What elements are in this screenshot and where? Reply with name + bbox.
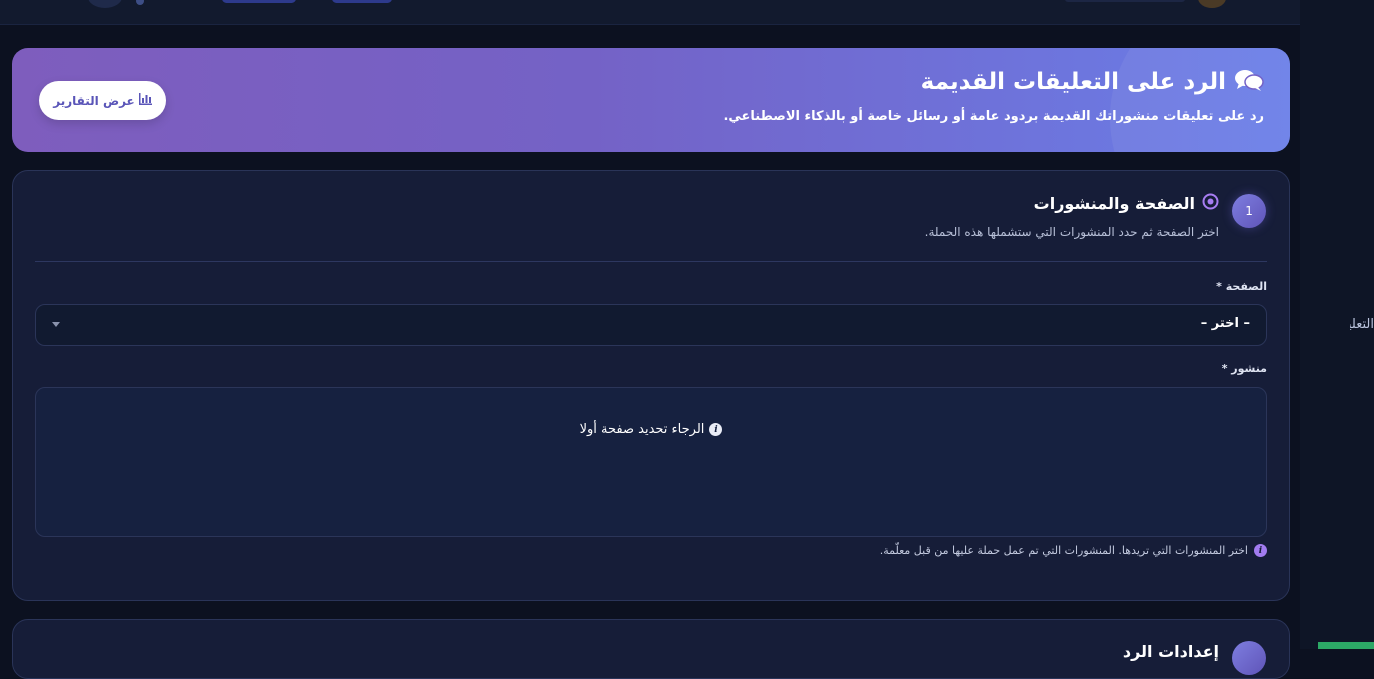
sidebar-active-indicator bbox=[1318, 642, 1374, 649]
banner-decoration bbox=[1110, 48, 1290, 152]
sidebar: التعليقات bbox=[1300, 0, 1374, 649]
section-title: إعدادات الرد bbox=[1122, 642, 1219, 661]
post-field-label: منشور * bbox=[1221, 362, 1267, 375]
posts-hint: i اختر المنشورات التي تريدها. المنشورات … bbox=[880, 544, 1267, 557]
step-page-and-posts-card: 1 الصفحة والمنشورات اختر الصفحة ثم حدد ا… bbox=[12, 170, 1290, 601]
bar-chart-icon bbox=[138, 93, 152, 108]
caret-down-icon bbox=[52, 322, 60, 327]
top-bar-user-name bbox=[1065, 0, 1185, 2]
top-bar bbox=[0, 0, 1300, 25]
posts-empty-state: i الرجاء تحديد صفحة أولا bbox=[36, 422, 1266, 437]
section-title-row: الصفحة والمنشورات bbox=[1034, 193, 1219, 214]
top-bar-avatar[interactable] bbox=[88, 0, 122, 8]
comments-icon bbox=[1234, 68, 1264, 96]
page-subtitle: رد على تعليقات منشوراتك القديمة بردود عا… bbox=[723, 109, 1264, 124]
step-number-badge bbox=[1232, 641, 1266, 675]
top-bar-status-dot bbox=[136, 0, 144, 5]
page-header-banner: الرد على التعليقات القديمة رد على تعليقا… bbox=[12, 48, 1290, 152]
page-select[interactable]: – اختر – bbox=[35, 304, 1267, 346]
step-reply-settings-card: إعدادات الرد bbox=[12, 619, 1290, 679]
posts-hint-text: اختر المنشورات التي تريدها. المنشورات ال… bbox=[879, 544, 1248, 557]
posts-list[interactable]: i الرجاء تحديد صفحة أولا bbox=[35, 387, 1267, 537]
view-reports-button[interactable]: عرض التقارير bbox=[39, 81, 166, 120]
info-icon: i bbox=[709, 423, 723, 436]
page-field-label: الصفحة * bbox=[1216, 280, 1267, 293]
page-select-value: – اختر – bbox=[1200, 316, 1250, 331]
target-icon bbox=[1202, 193, 1219, 214]
top-bar-button-2[interactable] bbox=[332, 0, 392, 3]
divider bbox=[35, 261, 1267, 262]
user-avatar[interactable] bbox=[1198, 0, 1226, 8]
info-icon: i bbox=[1254, 544, 1267, 557]
view-reports-label: عرض التقارير bbox=[53, 93, 135, 108]
sidebar-item-comments[interactable]: التعليقات bbox=[1350, 317, 1374, 332]
step-number-badge: 1 bbox=[1232, 194, 1266, 228]
page-title: الرد على التعليقات القديمة bbox=[920, 69, 1226, 95]
posts-empty-message: الرجاء تحديد صفحة أولا bbox=[579, 422, 705, 437]
page-title-row: الرد على التعليقات القديمة bbox=[921, 68, 1264, 96]
section-title: الصفحة والمنشورات bbox=[1033, 194, 1195, 213]
top-bar-button-1[interactable] bbox=[222, 0, 296, 3]
section-subtitle: اختر الصفحة ثم حدد المنشورات التي ستشمله… bbox=[924, 225, 1219, 239]
